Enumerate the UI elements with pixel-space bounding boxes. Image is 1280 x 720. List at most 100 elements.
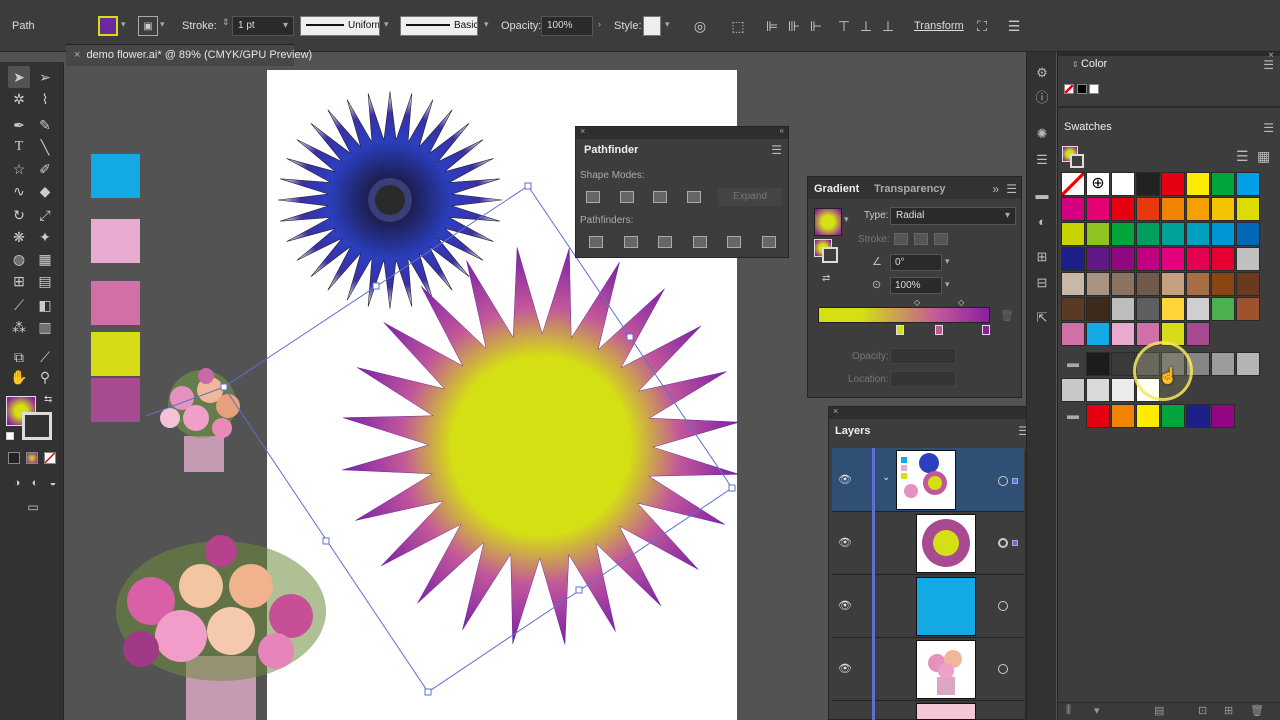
fill-swatch[interactable]	[98, 16, 118, 36]
swatch[interactable]	[1186, 322, 1210, 346]
isolate-icon[interactable]: ⛶	[972, 16, 992, 36]
panel-menu-icon[interactable]: ☰	[1263, 121, 1274, 135]
swatch[interactable]	[1211, 247, 1235, 271]
none-color-icon[interactable]	[1064, 84, 1074, 94]
swatch[interactable]	[1111, 322, 1135, 346]
midpoint-diamond[interactable]: ◇	[914, 298, 920, 307]
intersect-icon[interactable]	[653, 191, 667, 203]
chevron-down-icon[interactable]: ▾	[384, 19, 389, 30]
stroke-panel-icon[interactable]: ▬	[1033, 186, 1051, 204]
swatch[interactable]	[1211, 352, 1235, 376]
chevron-down-icon[interactable]: ▾	[160, 19, 165, 30]
swatch[interactable]	[1211, 222, 1235, 246]
swatch[interactable]	[1186, 404, 1210, 428]
chevron-down-icon[interactable]: ▾	[844, 214, 849, 225]
location-field[interactable]	[890, 371, 956, 387]
warp-icon[interactable]: ❋	[8, 226, 30, 248]
direct-selection-tool-icon[interactable]: ➢	[34, 66, 56, 88]
close-icon[interactable]: ×	[833, 406, 838, 416]
zoom-tool-icon[interactable]: ⚲	[34, 366, 56, 388]
shape-builder-icon[interactable]: ◍	[8, 248, 30, 270]
list-view-icon[interactable]: ☰	[1236, 148, 1249, 165]
library-icon[interactable]: ⫼	[1066, 704, 1071, 717]
selection-tool-icon[interactable]: ➤	[8, 66, 30, 88]
swatch[interactable]	[1161, 297, 1185, 321]
panel-menu-icon[interactable]: ☰	[771, 143, 782, 157]
target-icon[interactable]	[998, 601, 1008, 611]
visibility-eye-icon[interactable]: 👁	[838, 536, 852, 549]
draw-inside-icon[interactable]: ◒	[42, 472, 64, 494]
panel-menu-icon[interactable]: ☰	[1006, 182, 1017, 196]
white-color-icon[interactable]	[1089, 84, 1099, 94]
crop-icon[interactable]	[693, 236, 707, 248]
swatch[interactable]	[1186, 272, 1210, 296]
graph-tool-icon[interactable]: ▥	[34, 316, 56, 338]
midpoint-diamond[interactable]: ◇	[958, 298, 964, 307]
swatch[interactable]	[1236, 222, 1260, 246]
swatch[interactable]	[1136, 297, 1160, 321]
magic-wand-icon[interactable]: ✲	[8, 88, 30, 110]
paintbrush-icon[interactable]: ✐	[34, 158, 56, 180]
swatch[interactable]	[1136, 272, 1160, 296]
align-to-icon[interactable]: ⬚	[728, 16, 748, 36]
align-top-icon[interactable]: ⊤	[834, 16, 854, 36]
chevron-down-icon[interactable]: ▾	[484, 19, 489, 30]
rotate-icon[interactable]: ↻	[8, 204, 30, 226]
chevron-down-icon[interactable]: ▾	[665, 19, 670, 30]
color-stop-2[interactable]	[935, 325, 943, 335]
swatch[interactable]	[1111, 172, 1135, 196]
swatch[interactable]	[1111, 352, 1135, 376]
gradient-fill-preview[interactable]	[814, 208, 842, 236]
swatch[interactable]	[1211, 197, 1235, 221]
stroke-within-icon[interactable]	[894, 233, 908, 245]
swatch[interactable]	[1061, 222, 1085, 246]
swap-colors-icon[interactable]: ⇆	[44, 394, 52, 405]
swatch[interactable]	[1111, 222, 1135, 246]
swatch[interactable]	[1136, 172, 1160, 196]
swatch[interactable]	[1186, 197, 1210, 221]
swatch[interactable]	[1236, 197, 1260, 221]
panel-menu-icon[interactable]: ☰	[1263, 58, 1274, 72]
swatch[interactable]	[1186, 247, 1210, 271]
align-center-icon[interactable]: ⊪	[784, 16, 804, 36]
aspect-ratio-field[interactable]: 100%	[890, 277, 942, 294]
swatch[interactable]	[1161, 222, 1185, 246]
swatch[interactable]	[1236, 297, 1260, 321]
swatch-registration[interactable]: ⊕	[1086, 172, 1110, 196]
swatch[interactable]	[1211, 404, 1235, 428]
align-left-icon[interactable]: ⊫	[762, 16, 782, 36]
hand-tool-icon[interactable]: ✋	[8, 366, 30, 388]
swatch[interactable]	[1111, 197, 1135, 221]
stepper-icon[interactable]: ⇕	[222, 17, 230, 28]
swatch-group-folder-icon[interactable]: ▬	[1061, 352, 1085, 376]
swatch[interactable]	[1186, 297, 1210, 321]
swatch[interactable]	[1136, 247, 1160, 271]
chevron-down-icon[interactable]: ⌄	[882, 472, 890, 483]
gradient-mode-icon[interactable]	[26, 452, 38, 464]
swatch[interactable]	[1086, 222, 1110, 246]
more-options-icon[interactable]: ☰	[1004, 16, 1024, 36]
swatch[interactable]	[1111, 404, 1135, 428]
black-color-icon[interactable]	[1077, 84, 1087, 94]
outline-icon[interactable]	[727, 236, 741, 248]
swatch[interactable]	[1161, 172, 1185, 196]
swatch[interactable]	[1136, 222, 1160, 246]
show-kinds-icon[interactable]: ▾	[1094, 704, 1100, 717]
lasso-icon[interactable]: ⌇	[34, 88, 56, 110]
scale-icon[interactable]: ⤢	[34, 204, 56, 226]
visibility-eye-icon[interactable]: 👁	[838, 662, 852, 675]
brushes-icon[interactable]: ☰	[1033, 151, 1051, 169]
layer-row[interactable]: 👁 ⌄	[832, 448, 1024, 512]
swatch[interactable]	[1211, 172, 1235, 196]
chevron-down-icon[interactable]: ▾	[945, 256, 950, 267]
chevron-down-icon[interactable]: ▾	[945, 279, 950, 290]
swatch[interactable]	[1236, 272, 1260, 296]
chevron-right-icon[interactable]: ›	[598, 19, 601, 29]
visibility-eye-icon[interactable]: 👁	[838, 473, 852, 486]
brush-definition[interactable]: Basic	[400, 16, 478, 36]
perspective-grid-icon[interactable]: ▦	[34, 248, 56, 270]
export-icon[interactable]: ⇱	[1033, 309, 1051, 327]
color-stop-1[interactable]	[896, 325, 904, 335]
shaper-icon[interactable]: ∿	[8, 180, 30, 202]
swatches-title[interactable]: Swatches	[1064, 121, 1112, 133]
